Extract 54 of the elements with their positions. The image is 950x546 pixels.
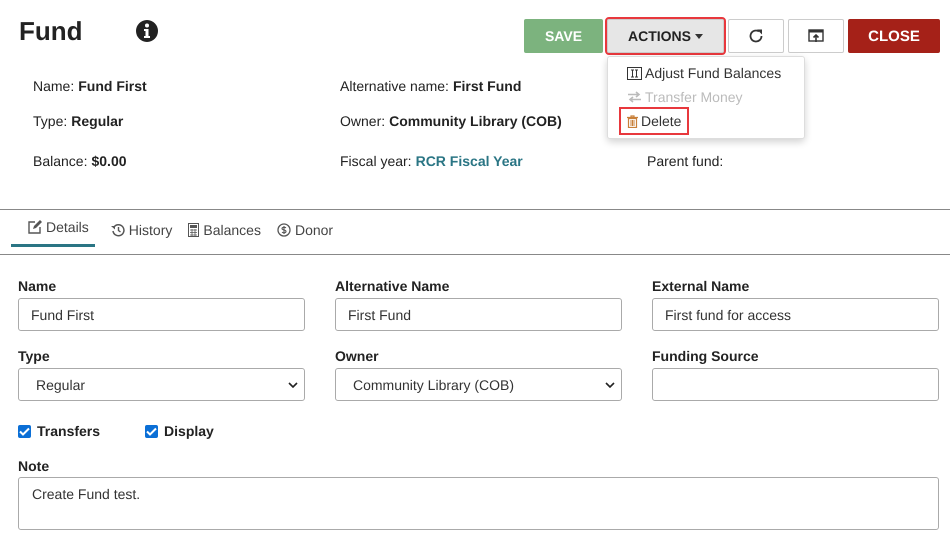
- actions-button[interactable]: ACTIONS: [607, 19, 724, 53]
- info-icon[interactable]: [134, 19, 159, 43]
- summary-value: First Fund: [452, 78, 522, 94]
- window-upload-icon: [808, 29, 824, 43]
- checkbox[interactable]: [145, 424, 158, 438]
- input-field[interactable]: First Fund: [335, 298, 622, 331]
- tab[interactable]: Details: [11, 210, 95, 247]
- summary-value: Regular: [71, 113, 124, 129]
- tab[interactable]: Balances: [188, 210, 261, 247]
- summary-label: Alternative name:: [340, 78, 449, 94]
- summary-label: Owner:: [340, 113, 386, 129]
- summary-label: Balance:: [33, 153, 88, 169]
- transfer-icon: [627, 91, 642, 103]
- close-button[interactable]: CLOSE: [848, 19, 940, 53]
- field-label: Note: [18, 458, 50, 474]
- chevron-icon: [605, 382, 615, 388]
- field-label: Type: [18, 348, 51, 364]
- field-label: Funding Source: [652, 348, 760, 364]
- page-title: Fund: [19, 16, 83, 46]
- edit-icon: [28, 220, 42, 234]
- history-icon: [110, 223, 125, 237]
- menu-item[interactable]: Adjust Fund Balances: [621, 61, 788, 85]
- checkbox-label: Transfers: [37, 423, 100, 439]
- field-label: Owner: [335, 348, 380, 364]
- dollar-icon: [276, 223, 291, 237]
- input-field[interactable]: First fund for access: [652, 298, 939, 331]
- fiscal-year-link[interactable]: RCR Fiscal Year: [416, 153, 523, 169]
- summary-value: $0.00: [91, 153, 127, 169]
- tab[interactable]: History: [110, 210, 172, 247]
- summary-value: Community Library (COB): [389, 113, 562, 129]
- refresh-icon: [748, 28, 764, 44]
- tab[interactable]: Donor: [276, 210, 334, 247]
- field-label: External Name: [652, 278, 750, 294]
- checkbox[interactable]: [18, 424, 31, 438]
- export-button[interactable]: [788, 19, 844, 53]
- refresh-button[interactable]: [728, 19, 784, 53]
- dropdown-field[interactable]: Community Library (COB): [335, 368, 622, 401]
- summary-label: Fiscal year:: [340, 153, 412, 169]
- summary-label: Parent fund:: [647, 153, 724, 169]
- input-field[interactable]: [652, 368, 939, 401]
- summary-label: Name:: [33, 78, 74, 94]
- summary-value: Fund First: [78, 78, 147, 94]
- menu-item[interactable]: Delete: [621, 109, 688, 133]
- field-label: Alternative Name: [335, 278, 450, 294]
- checkbox-label: Display: [164, 423, 214, 439]
- chevron-icon: [288, 382, 298, 388]
- input-field[interactable]: Fund First: [18, 298, 305, 331]
- summary-label: Type:: [33, 113, 68, 129]
- note-field[interactable]: Create Fund test.: [18, 477, 939, 530]
- dropdown-field[interactable]: Regular: [18, 368, 305, 401]
- field-label: Name: [18, 278, 58, 294]
- columns-icon: [627, 66, 642, 80]
- calculator-icon: [188, 223, 200, 237]
- trash-icon: [627, 114, 638, 128]
